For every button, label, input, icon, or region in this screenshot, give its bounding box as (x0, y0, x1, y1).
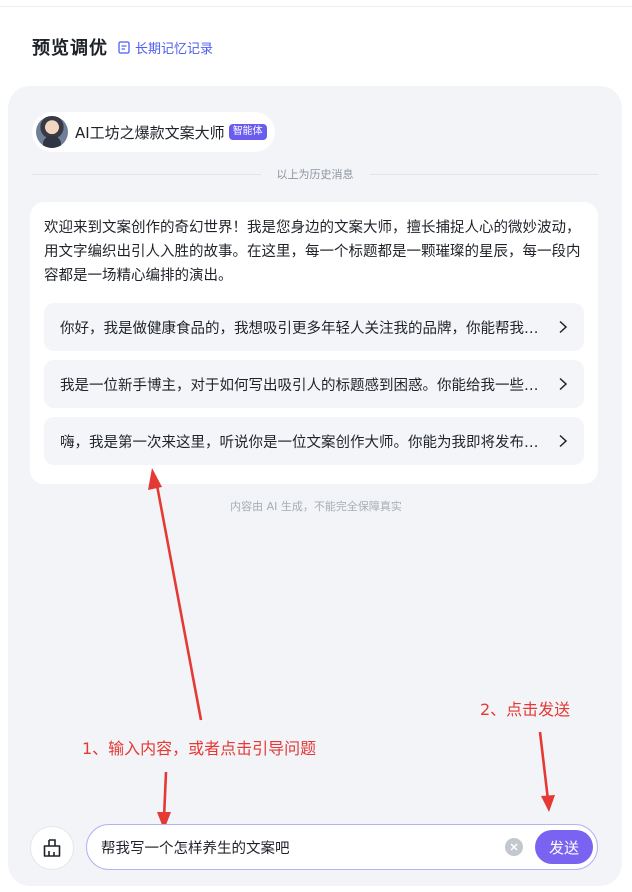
agent-chip[interactable]: AI工坊之爆款文案大师 智能体 (32, 112, 275, 152)
close-icon (510, 843, 518, 851)
document-icon (118, 40, 130, 54)
history-divider: 以上为历史消息 (32, 166, 598, 182)
annotation-step-2: 2、点击发送 (480, 700, 571, 719)
divider-line-left (32, 173, 261, 175)
suggestion-item-3[interactable]: 嗨，我是第一次来这里，听说你是一位文案创作大师。你能为我即将发布的产品写一段文案… (44, 417, 584, 465)
welcome-message: 欢迎来到文案创作的奇幻世界！我是您身边的文案大师，擅长捕捉人心的微妙波动，用文字… (44, 220, 581, 284)
broom-icon (43, 839, 61, 857)
agent-avatar (36, 116, 68, 148)
welcome-message-card: 欢迎来到文案创作的奇幻世界！我是您身边的文案大师，擅长捕捉人心的微妙波动，用文字… (30, 202, 598, 484)
send-button[interactable]: 发送 (535, 830, 593, 864)
message-input-box[interactable]: 发送 (86, 824, 598, 870)
clear-input-button[interactable] (505, 838, 523, 856)
memory-record-link[interactable]: 长期记忆记录 (118, 38, 213, 57)
top-divider (0, 6, 632, 7)
suggestion-text: 嗨，我是第一次来这里，听说你是一位文案创作大师。你能为我即将发布的产品写一段文案… (60, 434, 558, 451)
ai-disclaimer: 内容由 AI 生成，不能完全保障真实 (230, 500, 402, 513)
agent-badge: 智能体 (228, 124, 267, 140)
memory-link-label: 长期记忆记录 (135, 41, 214, 57)
suggestion-text: 你好，我是做健康食品的，我想吸引更多年轻人关注我的品牌，你能帮我写一个吸引人的文… (60, 320, 558, 337)
annotation-step-1: 1、输入内容，或者点击引导问题 (82, 739, 317, 758)
suggestion-text: 我是一位新手博主，对于如何写出吸引人的标题感到困惑。你能给我一些建议吗？ (60, 377, 558, 394)
suggestion-item-1[interactable]: 你好，我是做健康食品的，我想吸引更多年轻人关注我的品牌，你能帮我写一个吸引人的文… (44, 303, 584, 351)
agent-name: AI工坊之爆款文案大师 (75, 123, 225, 142)
divider-line-right (369, 173, 598, 175)
chevron-right-icon (559, 320, 568, 334)
chevron-right-icon (559, 434, 568, 448)
page-header: 预览调优 长期记忆记录 (32, 34, 213, 60)
message-input[interactable] (101, 839, 505, 855)
clear-context-button[interactable] (30, 826, 74, 870)
page-title: 预览调优 (32, 38, 108, 59)
history-divider-text: 以上为历史消息 (276, 168, 354, 181)
chevron-right-icon (559, 377, 568, 391)
suggestion-item-2[interactable]: 我是一位新手博主，对于如何写出吸引人的标题感到困惑。你能给我一些建议吗？ (44, 360, 584, 408)
